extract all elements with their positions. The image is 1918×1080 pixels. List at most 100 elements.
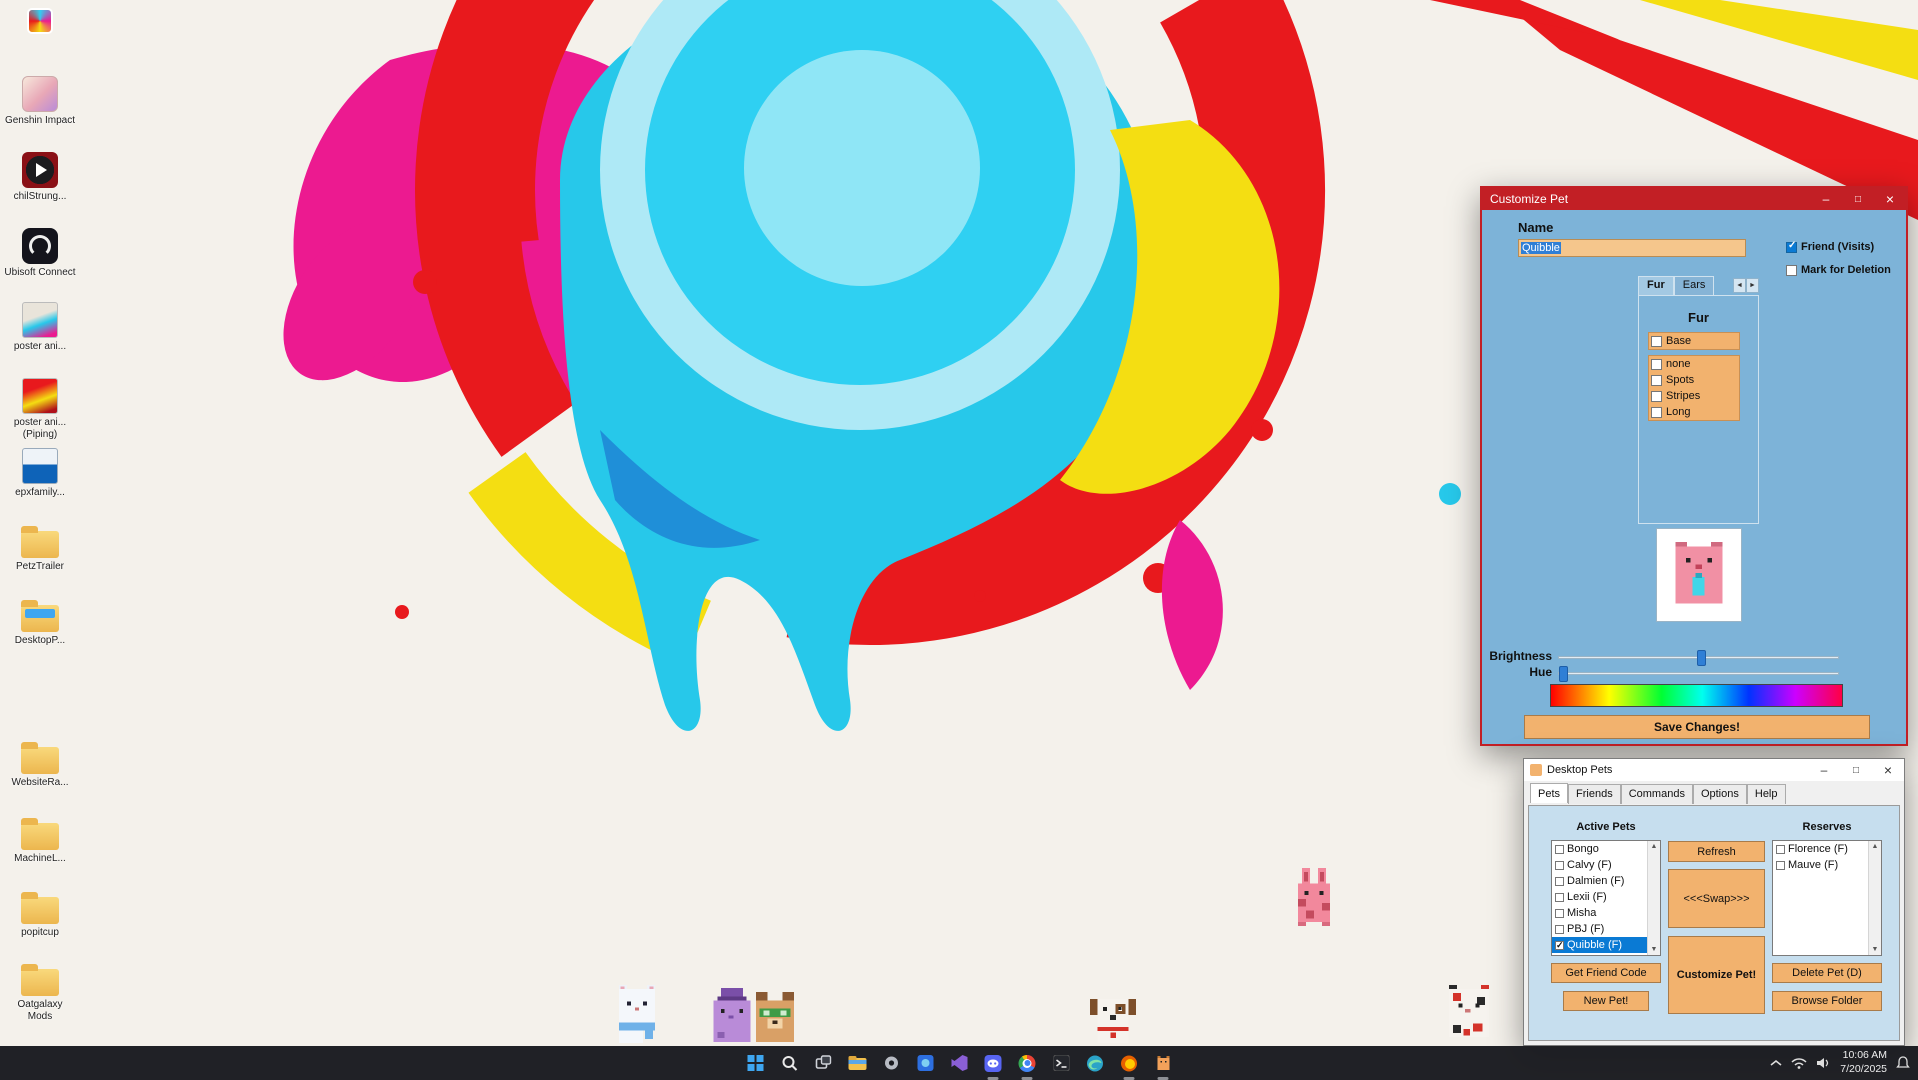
checkbox-checked-icon[interactable] [1786,242,1797,253]
swap-button[interactable]: <<<Swap>>> [1668,869,1765,928]
tray-chevron-up-icon[interactable] [1770,1059,1782,1067]
tab-options[interactable]: Options [1693,784,1747,804]
discord-icon[interactable] [979,1049,1008,1078]
friend-visits-checkbox[interactable]: Friend (Visits) [1786,241,1874,253]
scroll-up-icon[interactable] [1651,841,1658,852]
tab-commands[interactable]: Commands [1621,784,1693,804]
base-option[interactable]: Base [1649,333,1739,349]
close-button[interactable] [1874,188,1906,210]
desktop-icon-oatgalaxy[interactable]: Oatgalaxy Mods [4,962,76,1022]
checkbox-icon[interactable] [1651,336,1662,347]
save-changes-button[interactable]: Save Changes! [1524,715,1870,739]
browse-folder-button[interactable]: Browse Folder [1772,991,1882,1011]
list-item[interactable]: Florence (F) [1773,841,1881,857]
chrome-icon[interactable] [1013,1049,1042,1078]
checkbox-icon[interactable] [1651,375,1662,386]
desktop-icon-genshin[interactable]: Genshin Impact [4,76,76,127]
scroll-down-icon[interactable] [1872,944,1879,955]
list-item[interactable]: Dalmien (F) [1552,873,1660,889]
desktop-icon-psd[interactable]: epxfamily... [4,448,76,499]
tab-scroll-right-icon[interactable] [1746,278,1759,293]
pet-sprite-cat-spotted[interactable] [1445,985,1493,1041]
desktop-icon-websitera[interactable]: WebsiteRa... [4,740,76,789]
hue-slider-handle[interactable] [1559,666,1568,682]
clock[interactable]: 10:06 AM 7/20/2025 [1840,1049,1887,1076]
pet-sprite-dog[interactable] [1090,995,1136,1043]
scroll-down-icon[interactable] [1651,944,1658,955]
desktop-icon-machinel[interactable]: MachineL... [4,816,76,865]
checkbox-icon[interactable] [1776,845,1785,854]
desktop-icon-poster[interactable]: poster ani... [4,302,76,353]
refresh-button[interactable]: Refresh [1668,841,1765,862]
pet-sprite-cat-scarf[interactable] [615,985,659,1043]
volume-icon[interactable] [1816,1057,1831,1069]
checkbox-icon[interactable] [1651,391,1662,402]
brightness-slider[interactable] [1558,656,1839,659]
brightness-slider-handle[interactable] [1697,650,1706,666]
minimize-button[interactable] [1810,188,1842,210]
scroll-up-icon[interactable] [1872,841,1879,852]
tab-ears[interactable]: Ears [1674,276,1715,295]
customize-titlebar[interactable]: Customize Pet [1482,188,1906,210]
settings-icon[interactable] [877,1049,906,1078]
file-explorer-icon[interactable] [843,1049,872,1078]
desktop-icon-app[interactable] [4,8,76,34]
terminal-icon[interactable] [1047,1049,1076,1078]
checkbox-checked-icon[interactable] [1555,941,1564,950]
task-view-icon[interactable] [809,1049,838,1078]
checkbox-icon[interactable] [1555,925,1564,934]
desktop-icon-media[interactable]: chilStrung... [4,152,76,203]
photos-icon[interactable] [911,1049,940,1078]
customize-pet-button[interactable]: Customize Pet! [1668,936,1765,1014]
checkbox-icon[interactable] [1555,845,1564,854]
pets-titlebar[interactable]: Desktop Pets [1524,759,1904,781]
edge-icon[interactable] [1081,1049,1110,1078]
desktop-icon-petztrailer[interactable]: PetzTrailer [4,524,76,573]
checkbox-icon[interactable] [1651,359,1662,370]
fur-option-long[interactable]: Long [1649,404,1739,420]
desktop-pets-app-icon[interactable] [1149,1049,1178,1078]
tab-friends[interactable]: Friends [1568,784,1621,804]
pet-name-input[interactable]: Quibble [1518,239,1746,257]
desktop-icon-poster2[interactable]: poster ani... (Piping) [4,378,76,440]
pet-sprite-bunny[interactable] [1294,868,1334,926]
active-pets-list[interactable]: Bongo Calvy (F) Dalmien (F) Lexii (F) Mi… [1551,840,1661,956]
tab-fur[interactable]: Fur [1638,276,1674,295]
close-button[interactable] [1872,759,1904,781]
checkbox-icon[interactable] [1651,407,1662,418]
list-item-selected[interactable]: Quibble (F) [1552,937,1660,953]
tab-scroll-left-icon[interactable] [1733,278,1746,293]
list-item[interactable]: Calvy (F) [1552,857,1660,873]
wifi-icon[interactable] [1791,1057,1807,1069]
scrollbar[interactable] [1647,841,1660,955]
maximize-button[interactable] [1840,759,1872,781]
checkbox-icon[interactable] [1555,877,1564,886]
list-item[interactable]: Misha [1552,905,1660,921]
scrollbar[interactable] [1868,841,1881,955]
delete-pet-button[interactable]: Delete Pet (D) [1772,963,1882,983]
list-item[interactable]: Lexii (F) [1552,889,1660,905]
pet-sprite-cat-purple[interactable] [710,988,754,1042]
search-icon[interactable] [775,1049,804,1078]
tab-help[interactable]: Help [1747,784,1786,804]
desktop-icon-ubisoft[interactable]: Ubisoft Connect [4,228,76,279]
hue-slider[interactable] [1558,672,1839,675]
firefox-icon[interactable] [1115,1049,1144,1078]
mark-deletion-checkbox[interactable]: Mark for Deletion [1786,264,1891,276]
list-item[interactable]: Mauve (F) [1773,857,1881,873]
fur-option-none[interactable]: none [1649,356,1739,372]
tab-pets[interactable]: Pets [1530,783,1568,803]
pet-sprite-bear[interactable] [752,992,798,1042]
minimize-button[interactable] [1808,759,1840,781]
visual-studio-icon[interactable] [945,1049,974,1078]
checkbox-icon[interactable] [1786,265,1797,276]
list-item[interactable]: Bongo [1552,841,1660,857]
desktop-icon-desktopp[interactable]: DesktopP... [4,598,76,647]
start-button[interactable] [741,1049,770,1078]
desktop-icon-popitcup[interactable]: popitcup [4,890,76,939]
checkbox-icon[interactable] [1555,861,1564,870]
reserves-list[interactable]: Florence (F) Mauve (F) [1772,840,1882,956]
maximize-button[interactable] [1842,188,1874,210]
checkbox-icon[interactable] [1776,861,1785,870]
hue-gradient-bar[interactable] [1550,684,1843,707]
